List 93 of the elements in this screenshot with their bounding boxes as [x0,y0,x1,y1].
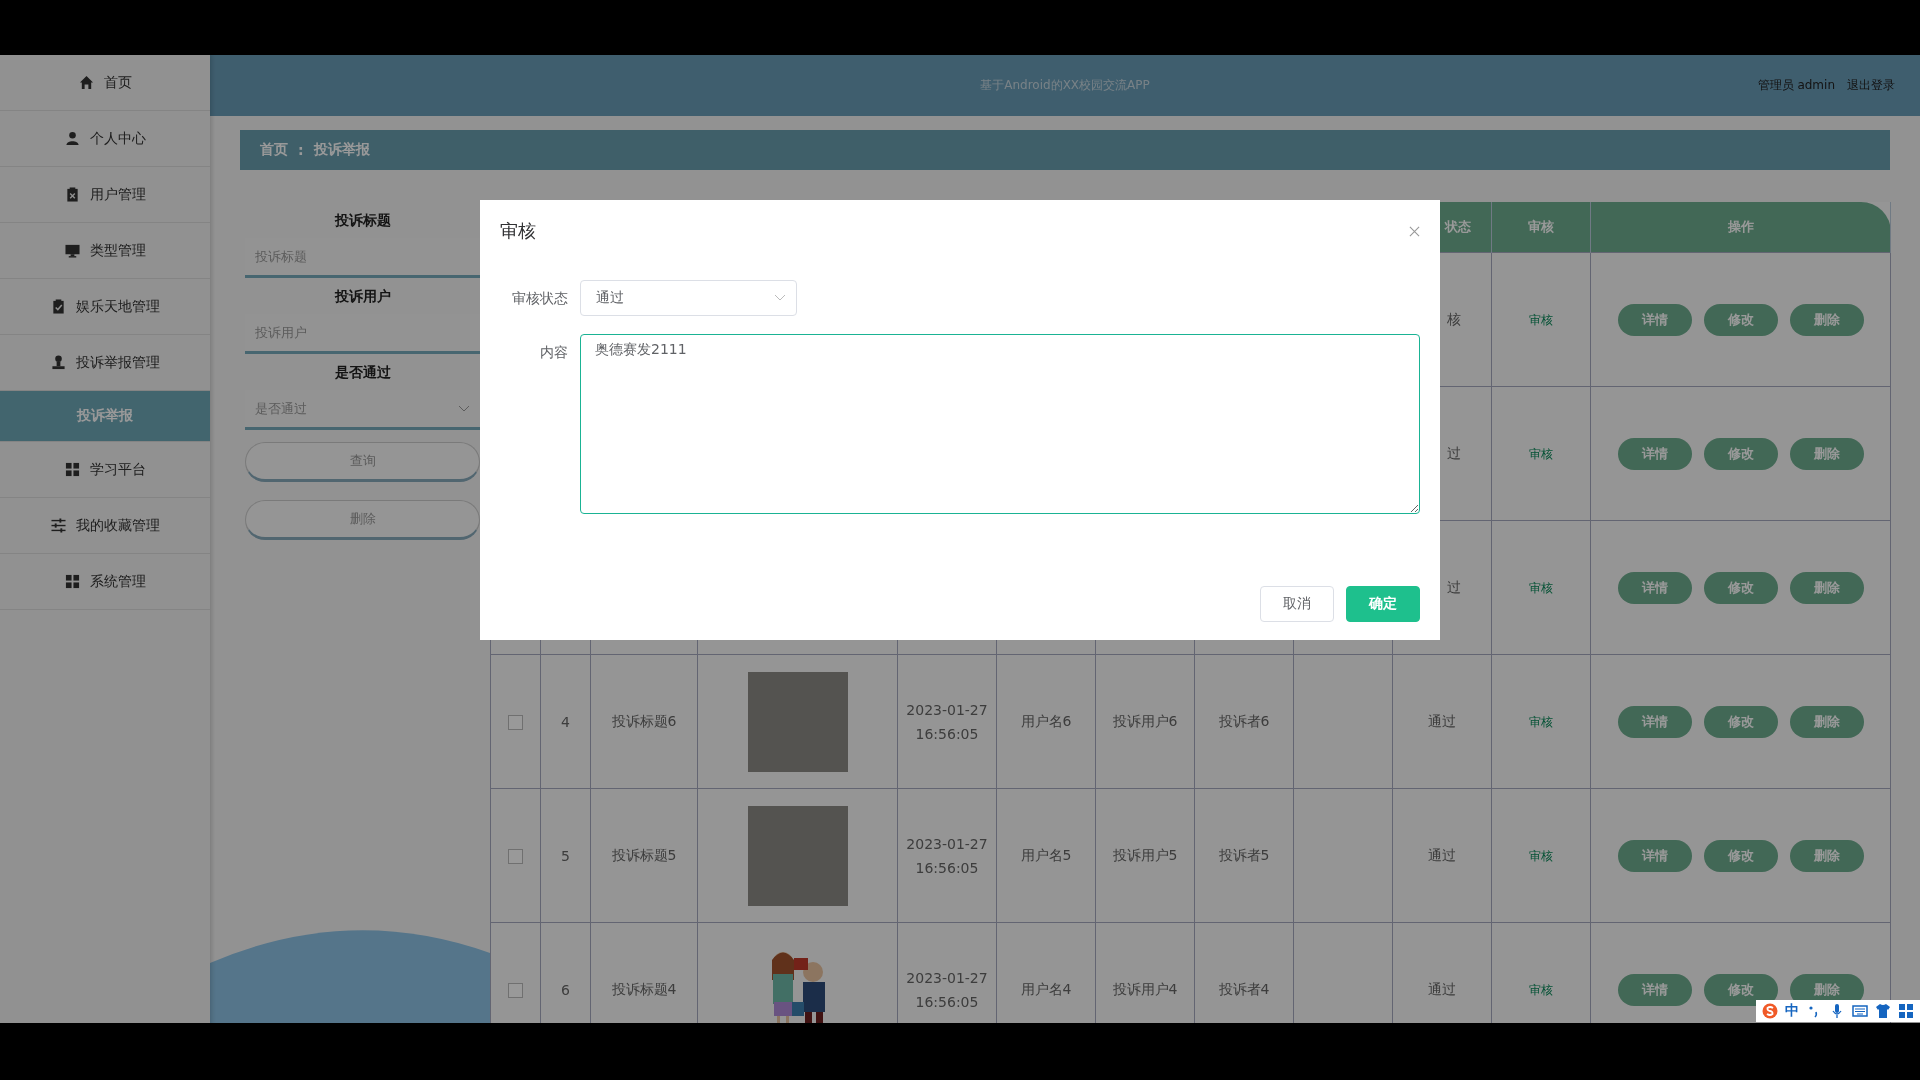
content-textarea[interactable]: 奥德赛发2111 [580,334,1420,514]
table-cell-text: 2023-01-27 16:56:05 [905,834,989,878]
checkbox[interactable] [508,714,523,730]
grid-icon [64,574,80,589]
action-button[interactable]: 详情 [1617,839,1692,872]
action-button[interactable]: 修改 [1703,437,1778,470]
home-icon [78,75,94,90]
dialog-button[interactable]: 取消 [1260,586,1334,622]
sidebar-item[interactable]: 学习平台 [0,442,210,498]
clipboard-icon [64,187,80,202]
table-cell: 投诉用户4 [1112,980,1178,997]
grid-icon [64,462,80,477]
table-cell: 用户名4 [1020,980,1072,997]
action-button[interactable]: 删除 [1789,303,1864,336]
review-link[interactable]: 审核 [1529,446,1553,461]
grid-icon[interactable] [1898,1003,1914,1019]
table-cell: 6 [561,981,570,998]
dialog-button[interactable]: 确定 [1346,586,1420,622]
ime-logo-icon[interactable] [1762,1003,1778,1019]
table-cell-text: 2023-01-27 16:56:05 [905,700,989,744]
action-button[interactable]: 修改 [1703,705,1778,738]
keyboard-icon[interactable] [1852,1003,1868,1019]
person-icon [64,131,80,146]
action-button[interactable]: 修改 [1703,973,1778,1006]
action-button[interactable]: 详情 [1617,437,1692,470]
sidebar-item[interactable]: 我的收藏管理 [0,498,210,554]
field-label: 投诉用户 [334,288,391,306]
sidebar-item[interactable]: 类型管理 [0,223,210,279]
chevron-down-icon [774,294,786,302]
table-cell: 投诉标题5 [611,846,677,863]
table-cell: 过 [1447,578,1461,595]
table-cell: 4 [561,713,570,730]
action-button[interactable]: 删除 [1789,705,1864,738]
table-cell: 5 [561,847,570,864]
field-label: 内容 [539,343,569,362]
table-cell: 投诉标题6 [611,712,677,729]
review-link[interactable]: 审核 [1529,848,1553,863]
table-cell: 用户名6 [1020,712,1072,729]
sidebar-item[interactable]: 个人中心 [0,111,210,167]
table-cell: 投诉用户5 [1112,846,1178,863]
review-link[interactable]: 审核 [1529,580,1553,595]
table-cell: 投诉者4 [1218,980,1270,997]
action-button[interactable]: 删除 [1789,571,1864,604]
action-button[interactable]: 详情 [1617,973,1692,1006]
form-button[interactable]: 查询 [245,442,480,482]
user-label: 管理员 admin [1757,77,1835,94]
action-button[interactable]: 修改 [1703,839,1778,872]
column-header: 状态 [1445,219,1471,234]
column-header: 操作 [1727,219,1754,234]
breadcrumb-separator: : [298,142,304,158]
field-label: 是否通过 [334,364,391,382]
checkbox[interactable] [508,848,523,864]
table-cell: 投诉者6 [1218,712,1270,729]
table-cell: 投诉者5 [1218,846,1270,863]
field-label: 审核状态 [511,289,569,308]
breadcrumb-link[interactable]: 投诉举报 [313,141,370,159]
table-cell: 投诉标题4 [611,980,677,997]
action-button[interactable]: 详情 [1617,705,1692,738]
table-cell: 用户名5 [1020,846,1072,863]
table-cell: 核 [1447,310,1461,327]
action-button[interactable]: 修改 [1703,571,1778,604]
action-button[interactable]: 详情 [1617,571,1692,604]
chevron-down-icon [458,404,470,413]
action-button[interactable]: 删除 [1789,437,1864,470]
table-cell: 通过 [1428,846,1456,863]
action-button[interactable]: 删除 [1789,839,1864,872]
review-link[interactable]: 审核 [1529,982,1553,997]
clipboard-check-icon [50,299,66,314]
person-icon [50,355,66,370]
sliders-icon [50,518,66,533]
sidebar-item[interactable]: 投诉举报 [0,391,210,442]
select-field[interactable]: 通过 [580,280,797,316]
breadcrumb-link[interactable]: 首页 [260,141,288,159]
table-cell: 通过 [1428,980,1456,997]
table-cell: 过 [1447,444,1461,461]
sidebar-item[interactable]: 用户管理 [0,167,210,223]
table-cell: 投诉用户6 [1112,712,1178,729]
sidebar-item[interactable]: 娱乐天地管理 [0,279,210,335]
table-cell-text: 2023-01-27 16:56:05 [905,968,989,1012]
table-cell: 通过 [1428,712,1456,729]
action-button[interactable]: 修改 [1703,303,1778,336]
close-icon[interactable] [1409,225,1420,237]
field-label: 投诉标题 [334,212,391,230]
review-link[interactable]: 审核 [1529,312,1553,327]
column-header: 审核 [1528,219,1554,234]
review-link[interactable]: 审核 [1529,714,1553,729]
monitor-icon [64,243,80,258]
action-button[interactable]: 详情 [1617,303,1692,336]
checkbox[interactable] [508,982,523,998]
dialog-title: 审核 [500,219,536,243]
shirt-icon[interactable] [1875,1003,1891,1019]
sidebar-item[interactable]: 系统管理 [0,554,210,610]
logout-link[interactable]: 退出登录 [1847,77,1895,94]
